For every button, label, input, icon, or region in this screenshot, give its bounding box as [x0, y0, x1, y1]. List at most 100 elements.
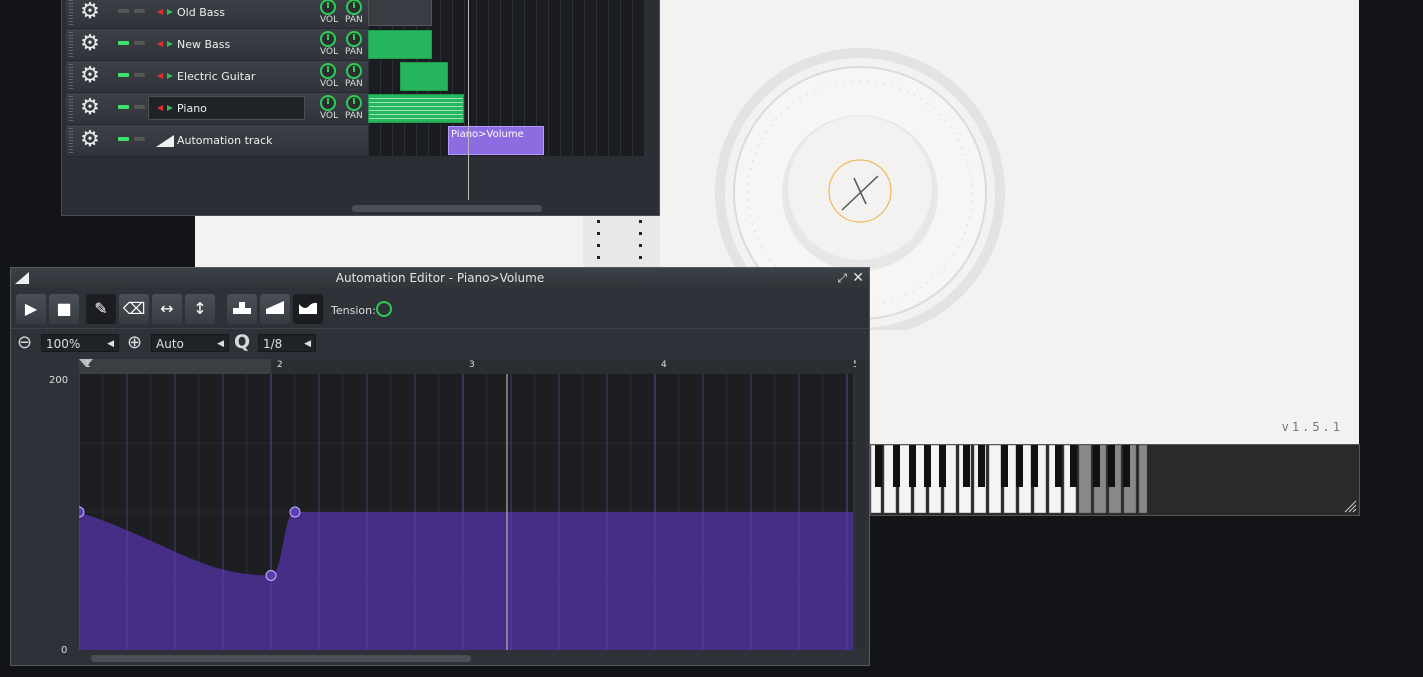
flip-horizontal-button[interactable]: ↔	[152, 294, 182, 324]
automation-curve-area[interactable]	[73, 374, 853, 650]
combo-arrow-icon: ◀	[217, 339, 224, 349]
discrete-icon	[233, 302, 251, 314]
track-knobs: VOL PAN	[318, 61, 372, 92]
piano-keys-graphic[interactable]	[870, 444, 1361, 517]
track-knobs: VOL PAN	[318, 93, 372, 124]
track-piano[interactable]: ⚙ Piano VOL PAN	[66, 93, 368, 125]
automation-clip[interactable]: Piano>Volume	[448, 126, 544, 155]
drag-grip-icon[interactable]	[69, 32, 73, 57]
pattern-clip[interactable]	[400, 62, 448, 91]
vol-label: VOL	[320, 47, 339, 57]
drag-grip-icon[interactable]	[69, 96, 73, 121]
automation-curve[interactable]	[73, 374, 853, 650]
pan-label: PAN	[345, 15, 363, 25]
automation-point[interactable]	[289, 506, 301, 518]
erase-mode-button[interactable]: ⌫	[119, 294, 149, 324]
version-label: v1.5.1	[1281, 420, 1343, 434]
draw-mode-button[interactable]: ✎	[86, 294, 116, 324]
track-name: Automation track	[177, 134, 273, 147]
solo-led-icon[interactable]	[134, 41, 145, 45]
piano-keyboard[interactable]	[870, 444, 1360, 516]
discrete-progression-button[interactable]	[227, 294, 257, 324]
pattern-clip[interactable]	[368, 30, 432, 59]
solo-led-icon[interactable]	[134, 9, 145, 13]
song-horizontal-scrollbar[interactable]	[352, 205, 542, 212]
track-new-bass[interactable]: ⚙ New Bass VOL PAN	[66, 29, 368, 61]
track-knobs: VOL PAN	[318, 29, 372, 60]
combo-arrow-icon: ◀	[304, 339, 311, 349]
pan-label: PAN	[345, 79, 363, 89]
mute-led-icon[interactable]	[118, 73, 129, 77]
volume-knob[interactable]	[320, 63, 336, 79]
quantize-icon: Q	[234, 331, 251, 353]
solo-led-icon[interactable]	[134, 137, 145, 141]
bar-label: 2	[277, 360, 283, 370]
play-button[interactable]: ▶	[16, 294, 46, 324]
loop-region[interactable]	[79, 359, 271, 374]
song-pattern-grid[interactable]: Piano>Volume	[368, 0, 645, 200]
track-name: Old Bass	[177, 6, 225, 19]
track-name: Electric Guitar	[177, 70, 256, 83]
mute-led-icon[interactable]	[118, 105, 129, 109]
pattern-clip[interactable]	[368, 0, 432, 26]
background-dots-panel	[583, 216, 660, 267]
gear-icon[interactable]: ⚙	[79, 1, 101, 23]
pattern-clip[interactable]	[368, 94, 464, 123]
mute-led-icon[interactable]	[118, 41, 129, 45]
drag-grip-icon[interactable]	[69, 128, 73, 153]
volume-knob[interactable]	[320, 31, 336, 47]
automation-clip-label: Piano>Volume	[451, 129, 524, 140]
solo-led-icon[interactable]	[134, 73, 145, 77]
gear-icon[interactable]: ⚙	[79, 97, 101, 119]
pan-knob[interactable]	[346, 0, 362, 15]
close-icon[interactable]: ✕	[852, 268, 864, 288]
vertical-scrollbar[interactable]	[856, 359, 865, 649]
playhead-line	[468, 0, 469, 200]
maximize-icon[interactable]: ⤢	[837, 268, 847, 288]
volume-knob[interactable]	[320, 95, 336, 111]
automation-editor-window: Automation Editor - Piano>Volume ⤢ ✕ ▶ ■…	[10, 267, 870, 666]
vol-label: VOL	[320, 79, 339, 89]
mute-led-icon[interactable]	[118, 9, 129, 13]
timeline-ruler[interactable]: 1 2 3 4 5	[79, 359, 859, 374]
resize-grip-icon[interactable]	[1343, 499, 1357, 513]
automation-ramp-icon	[156, 135, 174, 147]
drag-grip-icon[interactable]	[69, 0, 73, 25]
tension-knob[interactable]	[376, 301, 392, 317]
track-name: Piano	[177, 102, 207, 115]
mute-led-icon[interactable]	[118, 137, 129, 141]
title-bar[interactable]: Automation Editor - Piano>Volume ⤢ ✕	[11, 268, 869, 288]
automation-window-icon	[15, 272, 29, 284]
track-old-bass[interactable]: ⚙ Old Bass VOL PAN	[66, 0, 368, 29]
stop-button[interactable]: ■	[49, 294, 79, 324]
cubic-icon	[299, 302, 317, 314]
y-axis-min-label: 0	[61, 645, 68, 656]
pan-label: PAN	[345, 111, 363, 121]
flip-vertical-button[interactable]: ↕	[185, 294, 215, 324]
gear-icon[interactable]: ⚙	[79, 65, 101, 87]
pan-knob[interactable]	[346, 95, 362, 111]
solo-led-icon[interactable]	[134, 105, 145, 109]
window-title: Automation Editor - Piano>Volume	[335, 271, 545, 285]
volume-knob[interactable]	[320, 0, 336, 15]
zoom-x-combo[interactable]: 100% ◀	[41, 334, 119, 352]
automation-fill	[79, 512, 853, 650]
zoom-x-icon: ⊖	[17, 332, 33, 353]
cubic-hermite-progression-button[interactable]	[293, 294, 323, 324]
pan-knob[interactable]	[346, 63, 362, 79]
gear-icon[interactable]: ⚙	[79, 129, 101, 151]
drag-grip-icon[interactable]	[69, 64, 73, 89]
gear-icon[interactable]: ⚙	[79, 33, 101, 55]
linear-progression-button[interactable]	[260, 294, 290, 324]
combo-arrow-icon: ◀	[107, 339, 114, 349]
quantize-combo[interactable]: 1/8 ◀	[258, 334, 316, 352]
bar-label: 3	[469, 360, 475, 370]
horizontal-scrollbar[interactable]	[91, 655, 471, 662]
pan-knob[interactable]	[346, 31, 362, 47]
zoom-y-combo[interactable]: Auto ◀	[151, 334, 229, 352]
track-automation[interactable]: ⚙ Automation track	[66, 125, 368, 157]
zoom-y-icon: ⊕	[127, 332, 143, 353]
instrument-plug-icon	[157, 41, 173, 47]
automation-point[interactable]	[265, 569, 277, 581]
track-electric-guitar[interactable]: ⚙ Electric Guitar VOL PAN	[66, 61, 368, 93]
